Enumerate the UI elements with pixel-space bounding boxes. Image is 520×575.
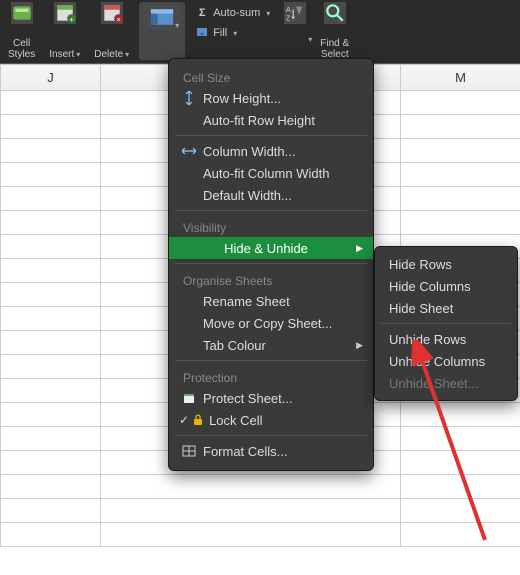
protect-icon (179, 391, 199, 405)
menu-lock-cell[interactable]: ✓ Lock Cell (169, 409, 373, 431)
menu-item-label: Auto-fit Row Height (203, 113, 315, 128)
chevron-right-icon: ▶ (356, 340, 363, 351)
section-protection: Protection (169, 365, 373, 387)
delete-label: Delete (94, 49, 123, 60)
section-visibility: Visibility (169, 215, 373, 237)
delete-button[interactable]: × Delete▾ (90, 2, 133, 60)
fill-button[interactable]: Fill ▾ (195, 24, 237, 42)
cell-styles-button[interactable]: Cell Styles (4, 2, 39, 60)
menu-item-label: Tab Colour (203, 338, 266, 353)
menu-item-label: Move or Copy Sheet... (203, 316, 332, 331)
autosum-fill-group: Σ Auto-sum ▾ Fill ▾ (191, 2, 274, 60)
section-cell-size: Cell Size (169, 65, 373, 87)
search-icon (324, 2, 346, 24)
menu-item-label: Hide & Unhide (224, 241, 308, 256)
menu-item-label: Protect Sheet... (203, 391, 293, 406)
row-height-icon (179, 91, 199, 105)
menu-item-label: Auto-fit Column Width (203, 166, 329, 181)
chevron-down-icon: ▾ (125, 50, 129, 59)
insert-icon: + (54, 2, 76, 24)
svg-text:+: + (69, 15, 74, 24)
lock-icon (191, 414, 205, 426)
submenu-hide-columns[interactable]: Hide Columns (375, 275, 517, 297)
menu-item-label: Rename Sheet (203, 294, 290, 309)
svg-text:Z: Z (286, 13, 291, 22)
submenu-unhide-sheet: Unhide Sheet... (375, 372, 517, 394)
format-button[interactable]: ▾ (139, 2, 185, 60)
menu-autofit-column[interactable]: Auto-fit Column Width (169, 162, 373, 184)
chevron-down-icon: ▾ (76, 50, 80, 59)
menu-item-label: Format Cells... (203, 444, 288, 459)
menu-default-width[interactable]: Default Width... (169, 184, 373, 206)
menu-item-label: Lock Cell (209, 413, 262, 428)
column-width-icon (179, 144, 199, 158)
submenu-unhide-columns[interactable]: Unhide Columns (375, 350, 517, 372)
find-select-label: Find & Select (320, 38, 349, 60)
menu-tab-colour[interactable]: Tab Colour ▶ (169, 334, 373, 356)
menu-autofit-row[interactable]: Auto-fit Row Height (169, 109, 373, 131)
menu-format-cells[interactable]: Format Cells... (169, 440, 373, 462)
column-header-m[interactable]: M (401, 65, 520, 91)
fill-icon (195, 26, 209, 40)
chevron-down-icon: ▾ (308, 35, 312, 44)
ribbon: Cell Styles + Insert▾ × Delete▾ ▾ Σ Auto… (0, 0, 520, 64)
sort-filter-icon: AZ (284, 2, 306, 24)
menu-rename-sheet[interactable]: Rename Sheet (169, 290, 373, 312)
chevron-down-icon: ▾ (233, 29, 237, 38)
check-icon: ✓ (179, 413, 189, 427)
menu-protect-sheet[interactable]: Protect Sheet... (169, 387, 373, 409)
sort-filter-button[interactable]: AZ ▾ (280, 2, 310, 60)
autosum-label: Auto-sum (213, 7, 260, 19)
sigma-icon: Σ (195, 6, 209, 20)
menu-item-label: Default Width... (203, 188, 292, 203)
chevron-down-icon: ▾ (266, 9, 270, 18)
column-header-j[interactable]: J (1, 65, 101, 91)
find-select-button[interactable]: Find & Select (316, 2, 353, 60)
menu-row-height[interactable]: Row Height... (169, 87, 373, 109)
submenu-hide-rows[interactable]: Hide Rows (375, 253, 517, 275)
section-organise: Organise Sheets (169, 268, 373, 290)
table-row (1, 475, 520, 499)
chevron-down-icon: ▾ (175, 21, 179, 30)
format-dropdown-menu: Cell Size Row Height... Auto-fit Row Hei… (168, 58, 374, 471)
cell-styles-icon (11, 2, 33, 24)
menu-item-label: Column Width... (203, 144, 295, 159)
fill-label: Fill (213, 27, 227, 39)
svg-text:×: × (116, 15, 121, 24)
format-icon (148, 7, 176, 27)
menu-item-label: Row Height... (203, 91, 281, 106)
hide-unhide-submenu: Hide Rows Hide Columns Hide Sheet Unhide… (374, 246, 518, 401)
insert-label: Insert (49, 49, 74, 60)
submenu-hide-sheet[interactable]: Hide Sheet (375, 297, 517, 319)
menu-column-width[interactable]: Column Width... (169, 140, 373, 162)
insert-button[interactable]: + Insert▾ (45, 2, 84, 60)
menu-move-copy-sheet[interactable]: Move or Copy Sheet... (169, 312, 373, 334)
chevron-right-icon: ▶ (356, 243, 363, 254)
delete-icon: × (101, 2, 123, 24)
cell-styles-label: Cell Styles (8, 38, 35, 60)
autosum-button[interactable]: Σ Auto-sum ▾ (195, 4, 270, 22)
format-cells-icon (179, 444, 199, 458)
table-row (1, 499, 520, 523)
table-row (1, 523, 520, 547)
submenu-unhide-rows[interactable]: Unhide Rows (375, 328, 517, 350)
menu-hide-unhide[interactable]: Hide & Unhide ▶ (169, 237, 373, 259)
